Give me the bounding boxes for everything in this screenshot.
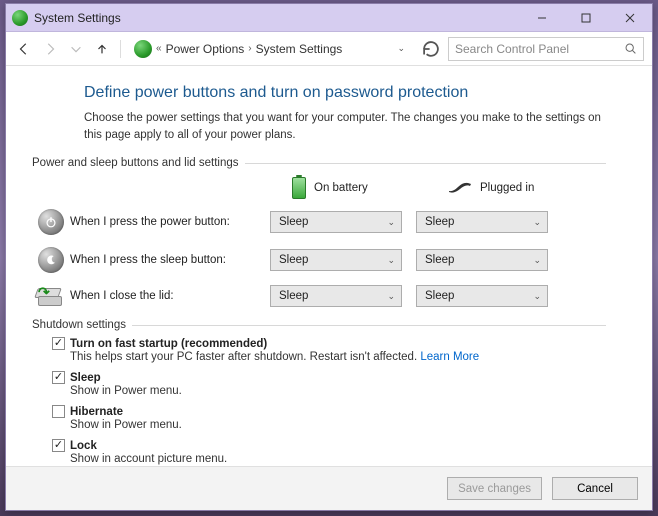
nav-separator	[120, 40, 121, 58]
shutdown-group: Shutdown settings Turn on fast startup (…	[32, 319, 606, 465]
chevron-down-icon: ⌄	[387, 291, 395, 302]
learn-more-link[interactable]: Learn More	[420, 351, 479, 363]
chevron-right-icon: ›	[248, 43, 251, 54]
dropdown-value: Sleep	[425, 290, 454, 302]
row-sleep-button: When I press the sleep button: Sleep ⌄ Sl…	[32, 247, 606, 273]
dropdown-value: Sleep	[279, 290, 308, 302]
page-description: Choose the power settings that you want …	[84, 110, 606, 143]
titlebar: System Settings	[6, 4, 652, 32]
row-close-lid: ↷ When I close the lid: Sleep ⌄ Sleep ⌄	[32, 285, 606, 307]
sleep-item: Sleep Show in Power menu.	[52, 371, 606, 397]
sleep-battery-dropdown[interactable]: Sleep ⌄	[270, 249, 402, 271]
content: Define power buttons and turn on passwor…	[6, 66, 652, 466]
fast-startup-desc: This helps start your PC faster after sh…	[70, 351, 606, 363]
power-icon	[38, 209, 64, 235]
power-plugged-dropdown[interactable]: Sleep ⌄	[416, 211, 548, 233]
plug-icon	[448, 181, 472, 195]
group-header-shutdown: Shutdown settings	[32, 319, 606, 331]
maximize-button[interactable]	[564, 4, 608, 31]
lid-icon: ↷	[36, 286, 66, 306]
minimize-button[interactable]	[520, 4, 564, 31]
app-icon	[12, 10, 28, 26]
chevron-down-icon: ⌄	[533, 255, 541, 266]
fast-startup-item: Turn on fast startup (recommended) This …	[52, 337, 606, 363]
close-lid-label: When I close the lid:	[70, 290, 270, 302]
fast-startup-label: Turn on fast startup (recommended)	[70, 338, 267, 350]
divider	[132, 325, 606, 326]
hibernate-item: Hibernate Show in Power menu.	[52, 405, 606, 431]
chevron-down-icon: ⌄	[387, 255, 395, 266]
dropdown-value: Sleep	[279, 216, 308, 228]
power-button-label: When I press the power button:	[70, 216, 270, 228]
breadcrumb[interactable]: « Power Options › System Settings ⌄	[129, 37, 414, 61]
sleep-checkbox[interactable]	[52, 371, 65, 384]
col-battery: On battery	[292, 177, 424, 199]
window-title: System Settings	[34, 11, 520, 25]
power-battery-dropdown[interactable]: Sleep ⌄	[270, 211, 402, 233]
hibernate-desc: Show in Power menu.	[70, 419, 606, 431]
dropdown-value: Sleep	[425, 254, 454, 266]
group-header-label: Shutdown settings	[32, 319, 126, 331]
sleep-plugged-dropdown[interactable]: Sleep ⌄	[416, 249, 548, 271]
window-controls	[520, 4, 652, 31]
search-box[interactable]	[448, 37, 644, 61]
up-button[interactable]	[92, 39, 112, 59]
dropdown-value: Sleep	[279, 254, 308, 266]
navbar: « Power Options › System Settings ⌄	[6, 32, 652, 66]
chevron-left-icon: «	[156, 43, 162, 54]
chevron-down-icon: ⌄	[533, 291, 541, 302]
window: System Settings «	[5, 3, 653, 511]
fast-startup-checkbox[interactable]	[52, 337, 65, 350]
sleep-desc: Show in Power menu.	[70, 385, 606, 397]
col-battery-label: On battery	[314, 182, 368, 194]
cancel-button[interactable]: Cancel	[552, 477, 638, 500]
battery-icon	[292, 177, 306, 199]
dropdown-value: Sleep	[425, 216, 454, 228]
back-button[interactable]	[14, 39, 34, 59]
group-header-label: Power and sleep buttons and lid settings	[32, 157, 239, 169]
footer: Save changes Cancel	[6, 466, 652, 510]
crumb-power-options[interactable]: Power Options	[166, 42, 245, 56]
col-plugged-label: Plugged in	[480, 182, 534, 194]
search-icon	[624, 42, 637, 55]
sleep-button-label: When I press the sleep button:	[70, 254, 270, 266]
group-header-buttons: Power and sleep buttons and lid settings	[32, 157, 606, 169]
chevron-down-icon: ⌄	[533, 217, 541, 228]
save-button[interactable]: Save changes	[447, 477, 542, 500]
column-headers: On battery Plugged in	[32, 177, 606, 199]
lock-checkbox[interactable]	[52, 439, 65, 452]
hibernate-checkbox[interactable]	[52, 405, 65, 418]
crumb-system-settings[interactable]: System Settings	[256, 42, 343, 56]
divider	[245, 163, 607, 164]
sleep-label: Sleep	[70, 372, 101, 384]
control-panel-icon	[134, 40, 152, 58]
refresh-button[interactable]	[420, 38, 442, 60]
page-title: Define power buttons and turn on passwor…	[84, 84, 606, 102]
lock-desc: Show in account picture menu.	[70, 453, 606, 465]
lock-item: Lock Show in account picture menu.	[52, 439, 606, 465]
address-dropdown-icon[interactable]: ⌄	[397, 43, 409, 54]
lid-plugged-dropdown[interactable]: Sleep ⌄	[416, 285, 548, 307]
hibernate-label: Hibernate	[70, 406, 123, 418]
lock-label: Lock	[70, 440, 97, 452]
forward-button[interactable]	[40, 39, 60, 59]
chevron-down-icon: ⌄	[387, 217, 395, 228]
search-input[interactable]	[455, 42, 624, 56]
power-sleep-group: Power and sleep buttons and lid settings…	[32, 157, 606, 307]
sleep-icon	[38, 247, 64, 273]
row-power-button: When I press the power button: Sleep ⌄ Sl…	[32, 209, 606, 235]
lid-battery-dropdown[interactable]: Sleep ⌄	[270, 285, 402, 307]
desc-text: This helps start your PC faster after sh…	[70, 351, 420, 363]
close-button[interactable]	[608, 4, 652, 31]
col-plugged: Plugged in	[448, 181, 580, 195]
recent-locations-button[interactable]	[66, 39, 86, 59]
